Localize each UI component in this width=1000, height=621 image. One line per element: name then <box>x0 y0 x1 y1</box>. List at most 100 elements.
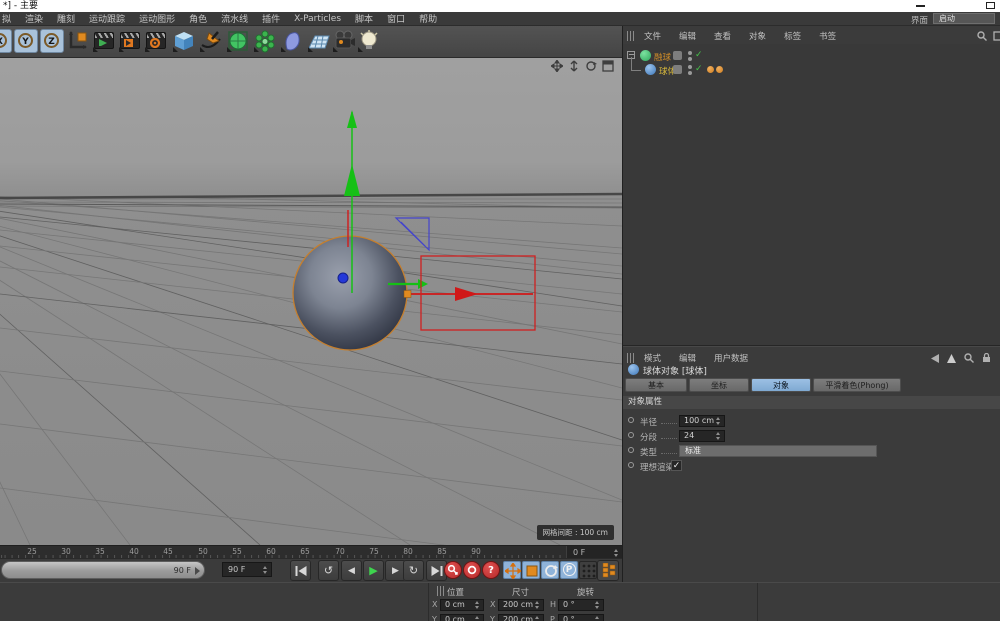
animation-ring-icon[interactable] <box>628 447 634 453</box>
segments-field[interactable]: 24 <box>679 430 725 442</box>
record-rotation-toggle[interactable] <box>541 561 559 579</box>
lock-z-axis-button[interactable]: Z <box>40 29 64 53</box>
timeline-ruler[interactable]: 25 30 35 40 45 50 55 60 65 70 75 80 85 9… <box>0 545 622 558</box>
end-frame-field[interactable]: 90 F <box>222 562 272 577</box>
lock-y-axis-button[interactable]: Y <box>14 29 38 53</box>
deformer-bend-icon[interactable] <box>280 29 304 53</box>
floor-environment-icon[interactable] <box>307 29 331 53</box>
position-x-field[interactable]: 0 cm <box>440 599 484 611</box>
lock-x-axis-button[interactable]: X <box>0 29 12 53</box>
menu-item[interactable]: 帮助 <box>412 12 444 25</box>
menu-item[interactable]: 脚本 <box>348 12 380 25</box>
om-menu-item[interactable]: 书签 <box>810 30 845 42</box>
tab-object[interactable]: 对象 <box>751 378 811 392</box>
animation-ring-icon[interactable] <box>628 432 634 438</box>
tab-phong[interactable]: 平滑着色(Phong) <box>813 378 901 392</box>
zoom-view-icon[interactable] <box>568 60 580 72</box>
autokey-button[interactable] <box>463 561 481 579</box>
om-menu-item[interactable]: 对象 <box>740 30 775 42</box>
rotate-view-icon[interactable] <box>585 60 597 72</box>
record-scale-toggle[interactable] <box>522 561 540 579</box>
menu-item[interactable]: 拟 <box>0 12 18 25</box>
timeline-scrubber[interactable]: 90 F <box>1 561 205 579</box>
subdivision-surface-icon[interactable] <box>226 29 250 53</box>
object-row-sphere[interactable]: 球体 ✓ <box>623 63 1000 77</box>
coordinate-system-icon[interactable] <box>66 29 90 53</box>
menu-item[interactable]: 插件 <box>255 12 287 25</box>
sphere-object[interactable] <box>293 236 407 350</box>
om-menu-item[interactable]: 文件 <box>635 30 670 42</box>
rotation-h-field[interactable]: 0 ° <box>558 599 604 611</box>
goto-previous-key-button[interactable]: ↺ <box>318 560 339 581</box>
point-level-animation-toggle[interactable] <box>579 561 597 579</box>
render-view-icon[interactable] <box>92 29 116 53</box>
panel-divider[interactable] <box>623 345 1000 347</box>
enabled-check-icon[interactable]: ✓ <box>695 64 703 74</box>
spinner-icon[interactable] <box>716 417 721 425</box>
spinner-icon[interactable] <box>475 601 480 609</box>
visibility-dots-icon[interactable] <box>688 51 692 61</box>
animation-ring-icon[interactable] <box>628 417 634 423</box>
size-x-field[interactable]: 200 cm <box>498 599 544 611</box>
size-y-field[interactable]: 200 cm <box>498 614 544 621</box>
menu-item[interactable]: X-Particles <box>287 14 348 24</box>
add-primitive-cube-icon[interactable] <box>172 29 196 53</box>
animation-ring-icon[interactable] <box>628 462 634 468</box>
array-modeling-icon[interactable] <box>253 29 277 53</box>
render-to-picture-viewer-icon[interactable] <box>118 29 142 53</box>
render-perfect-checkbox[interactable]: ✓ <box>671 460 682 471</box>
menu-item[interactable]: 角色 <box>182 12 214 25</box>
menu-item[interactable]: 运动跟踪 <box>82 12 132 25</box>
goto-next-key-button[interactable]: ↻ <box>403 560 424 581</box>
om-menu-item[interactable]: 查看 <box>705 30 740 42</box>
panel-handle-icon[interactable] <box>627 31 635 41</box>
record-position-toggle[interactable] <box>503 561 521 579</box>
keyframe-presets-button[interactable] <box>597 560 619 581</box>
spinner-icon[interactable] <box>263 566 268 574</box>
spinner-icon[interactable] <box>595 601 600 609</box>
spinner-icon[interactable] <box>716 432 721 440</box>
menu-item[interactable]: 雕刻 <box>50 12 82 25</box>
goto-start-button[interactable] <box>290 560 311 581</box>
path-bar-icon[interactable] <box>993 31 1000 41</box>
spline-pen-icon[interactable] <box>199 29 223 53</box>
maximize-icon[interactable] <box>986 2 995 9</box>
light-icon[interactable] <box>357 29 381 53</box>
tab-coordinates[interactable]: 坐标 <box>689 378 749 392</box>
pan-view-icon[interactable] <box>551 60 563 72</box>
search-icon[interactable] <box>977 31 987 41</box>
render-settings-icon[interactable] <box>144 29 168 53</box>
visibility-dots-icon[interactable] <box>688 65 692 75</box>
toggle-view-icon[interactable] <box>602 60 614 72</box>
spinner-icon[interactable] <box>595 616 600 621</box>
object-name[interactable]: 融球 <box>654 51 671 63</box>
spinner-icon[interactable] <box>475 616 480 621</box>
enabled-check-icon[interactable]: ✓ <box>695 50 703 60</box>
tab-basic[interactable]: 基本 <box>625 378 687 392</box>
interface-dropdown[interactable]: 启动 <box>933 13 995 24</box>
keyframe-selection-button[interactable]: ? <box>482 561 500 579</box>
camera-icon[interactable] <box>332 29 356 53</box>
previous-frame-button[interactable]: ◀ <box>341 560 362 581</box>
menu-item[interactable]: 窗口 <box>380 12 412 25</box>
layer-chip-icon[interactable] <box>673 51 682 60</box>
radius-field[interactable]: 100 cm <box>679 415 725 427</box>
om-menu-item[interactable]: 标签 <box>775 30 810 42</box>
menu-item[interactable]: 渲染 <box>18 12 50 25</box>
menu-item[interactable]: 运动图形 <box>132 12 182 25</box>
minimize-icon[interactable] <box>916 5 925 7</box>
phong-tag-icon[interactable] <box>707 66 714 73</box>
position-y-field[interactable]: 0 cm <box>440 614 484 621</box>
layer-chip-icon[interactable] <box>673 65 682 74</box>
om-menu-item[interactable]: 编辑 <box>670 30 705 42</box>
spinner-icon[interactable] <box>535 616 540 621</box>
record-keyframe-button[interactable] <box>444 561 462 579</box>
tag-icon[interactable] <box>716 66 723 73</box>
spinner-icon[interactable] <box>535 601 540 609</box>
object-row-metaball[interactable]: − 融球 ✓ <box>623 49 1000 63</box>
play-button[interactable]: ▶ <box>363 560 384 581</box>
spinner-icon[interactable] <box>614 549 619 557</box>
record-parameter-toggle[interactable]: P <box>560 561 578 579</box>
viewport[interactable]: 网格间距 : 100 cm <box>0 58 622 545</box>
menu-item[interactable]: 流水线 <box>214 12 255 25</box>
